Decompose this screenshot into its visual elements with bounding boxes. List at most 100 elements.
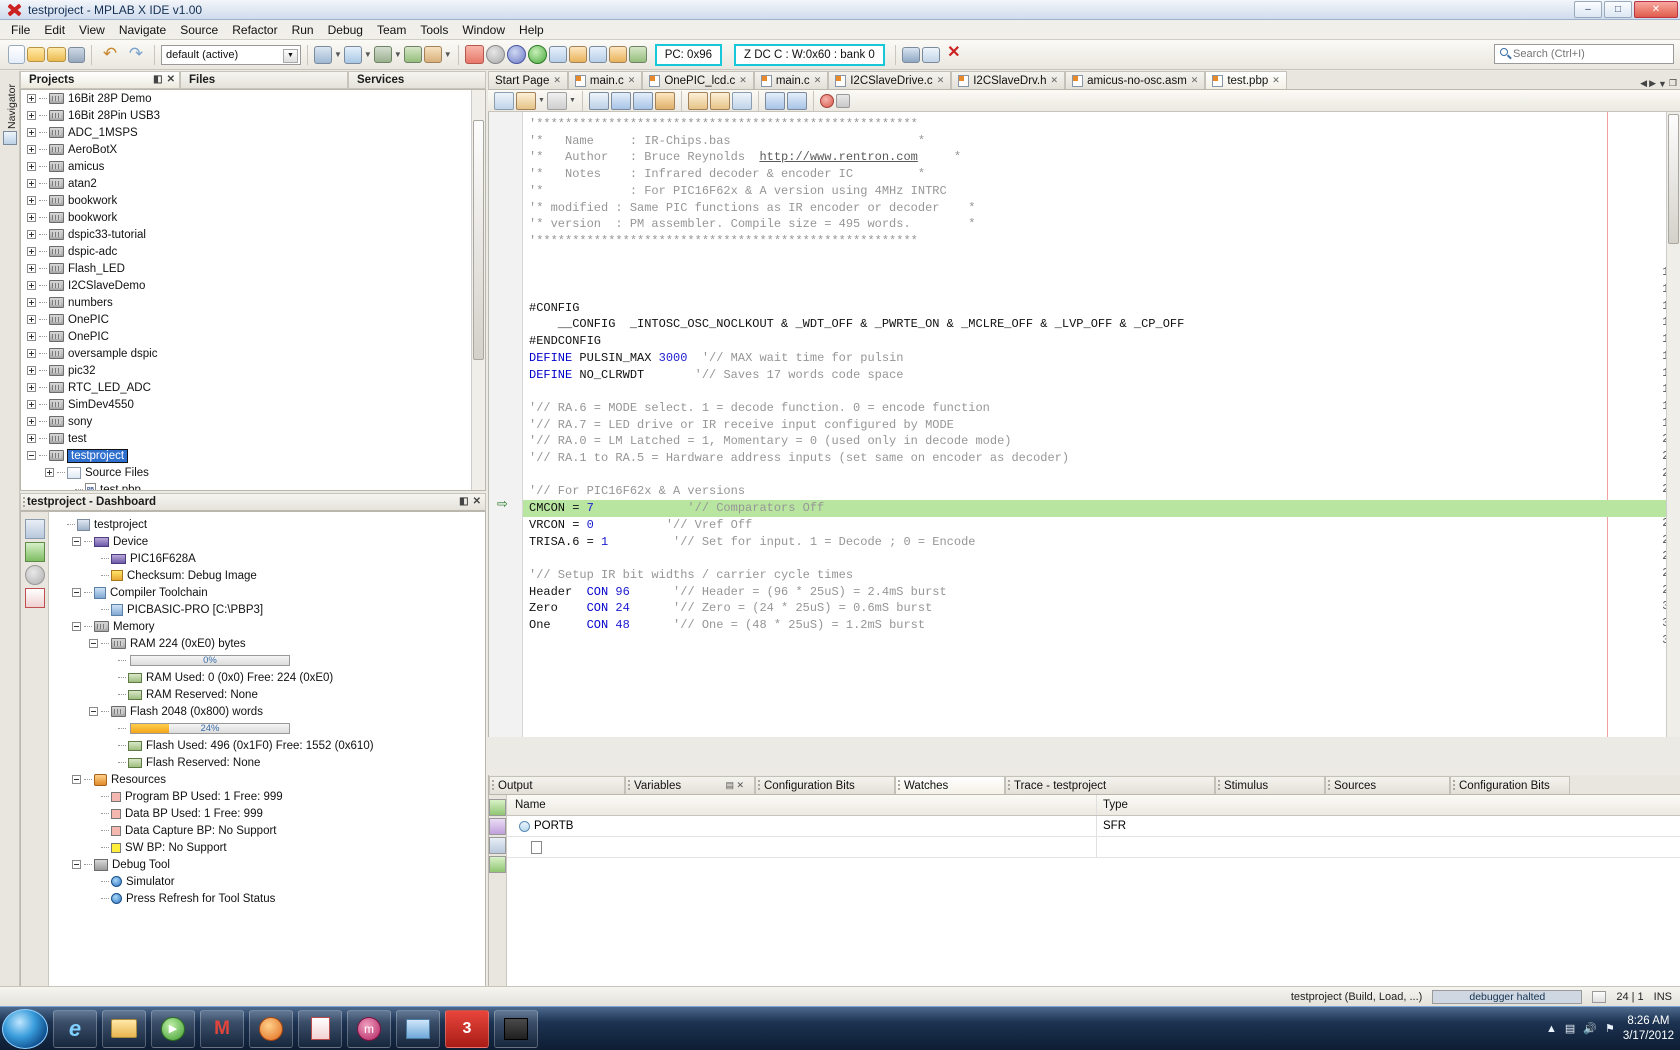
code-line[interactable]: '* Notes : Infrared decoder & encoder IC… xyxy=(529,166,925,183)
editor-tab[interactable]: amicus-no-osc.asm✕ xyxy=(1065,71,1205,89)
code-line[interactable]: '// RA.6 = MODE select. 1 = decode funct… xyxy=(529,400,990,417)
menu-source[interactable]: Source xyxy=(173,21,225,39)
project-tree-item[interactable]: bookwork xyxy=(21,209,471,226)
tree-expander-icon[interactable] xyxy=(89,707,98,716)
tree-expander-icon[interactable] xyxy=(27,111,36,120)
stop-icon[interactable] xyxy=(836,94,850,108)
run-to-cursor-icon[interactable] xyxy=(609,46,627,63)
dashboard-tree-item[interactable]: testproject xyxy=(53,516,485,533)
toggle-bookmark-icon[interactable] xyxy=(494,92,514,110)
tray-flag-icon[interactable]: ⚑ xyxy=(1605,1022,1615,1035)
add-watch-icon[interactable] xyxy=(489,856,506,873)
editor-scrollbar[interactable] xyxy=(1666,112,1680,737)
taskbar-clock[interactable]: 8:26 AM 3/17/2012 xyxy=(1623,1014,1674,1043)
dashboard-tree-item[interactable]: Memory xyxy=(53,618,485,635)
code-line[interactable]: '* version : PM assembler. Compile size … xyxy=(529,216,975,233)
projects-scroll-thumb[interactable] xyxy=(473,120,484,360)
start-button[interactable] xyxy=(2,1009,48,1049)
code-line[interactable]: '// Setup IR bit widths / carrier cycle … xyxy=(529,567,853,584)
clean-dropdown-icon[interactable]: ▼ xyxy=(364,50,372,59)
stop-debug-icon[interactable] xyxy=(465,45,484,64)
status-extra-icon[interactable] xyxy=(1592,991,1606,1003)
minimize-panel-icon[interactable]: ◧ xyxy=(153,74,162,85)
dock-tab[interactable]: Configuration Bits xyxy=(1450,776,1570,794)
menu-run[interactable]: Run xyxy=(285,21,321,39)
project-tree-item[interactable]: ADC_1MSPS xyxy=(21,124,471,141)
dashboard-tree-item[interactable]: Flash Reserved: None xyxy=(53,754,485,771)
menu-debug[interactable]: Debug xyxy=(321,21,370,39)
menu-tools[interactable]: Tools xyxy=(413,21,455,39)
dock-tab[interactable]: Stimulus xyxy=(1215,776,1325,794)
taskbar-firefox-icon[interactable] xyxy=(249,1010,293,1048)
code-line[interactable]: '// RA.0 = LM Latched = 1, Momentary = 0… xyxy=(529,433,1011,450)
column-header-name[interactable]: Name xyxy=(507,795,1097,815)
tab-files[interactable]: Files xyxy=(180,71,348,89)
memory-view-icon[interactable] xyxy=(902,47,920,63)
navigator-icon[interactable] xyxy=(3,131,17,145)
tab-list-icon[interactable]: ▼ xyxy=(1658,79,1667,89)
tree-expander-icon[interactable] xyxy=(72,622,81,631)
dock-tab[interactable]: Sources xyxy=(1325,776,1450,794)
code-line[interactable]: '***************************************… xyxy=(529,116,918,133)
pause-icon[interactable] xyxy=(486,45,505,64)
dashboard-tree-item[interactable]: Compiler Toolchain xyxy=(53,584,485,601)
tree-expander-icon[interactable] xyxy=(27,94,36,103)
tree-expander-icon[interactable] xyxy=(27,383,36,392)
menu-team[interactable]: Team xyxy=(370,21,413,39)
taskbar-explorer-icon[interactable] xyxy=(102,1010,146,1048)
close-tab-icon[interactable]: ✕ xyxy=(1272,75,1280,86)
editor-tab[interactable]: I2CSlaveDrive.c✕ xyxy=(828,71,951,89)
build-dropdown-icon[interactable]: ▼ xyxy=(334,50,342,59)
project-tree-item[interactable]: pic32 xyxy=(21,362,471,379)
chevron-down-icon[interactable]: ▼ xyxy=(283,49,298,63)
reset-icon[interactable] xyxy=(507,45,526,64)
tree-expander-icon[interactable] xyxy=(27,366,36,375)
close-tab-icon[interactable]: ✕ xyxy=(739,75,747,86)
dashboard-tree-item[interactable]: Press Refresh for Tool Status xyxy=(53,890,485,907)
code-line[interactable]: '* Name : IR-Chips.bas * xyxy=(529,133,925,150)
tray-volume-icon[interactable]: 🔊 xyxy=(1583,1022,1597,1035)
project-tree-item[interactable]: RTC_LED_ADC xyxy=(21,379,471,396)
dashboard-tree-item[interactable]: Checksum: Debug Image xyxy=(53,567,485,584)
tree-expander-icon[interactable] xyxy=(72,588,81,597)
code-line[interactable]: '// RA.7 = LED drive or IR receive input… xyxy=(529,417,954,434)
tree-expander-icon[interactable] xyxy=(27,315,36,324)
toggle-breakpoint-icon[interactable] xyxy=(820,94,834,108)
tree-expander-icon[interactable] xyxy=(27,247,36,256)
menu-view[interactable]: View xyxy=(72,21,112,39)
navigator-rail[interactable]: Navigator xyxy=(0,71,20,1020)
close-tab-icon[interactable]: ✕ xyxy=(1191,75,1199,86)
next-error-icon[interactable] xyxy=(787,92,807,110)
projects-tree[interactable]: 16Bit 28P Demo16Bit 28Pin USB3ADC_1MSPSA… xyxy=(20,89,486,491)
code-line[interactable]: '* Author : Bruce Reynolds http://www.re… xyxy=(529,149,961,166)
editor-scroll-thumb[interactable] xyxy=(1668,114,1679,244)
new-project-icon[interactable] xyxy=(27,47,45,62)
tree-expander-icon[interactable] xyxy=(89,639,98,648)
close-panel-icon[interactable]: ✕ xyxy=(167,74,175,85)
project-tree-item[interactable]: PBtest.pbp xyxy=(21,481,471,491)
editor-tab[interactable]: Start Page✕ xyxy=(488,71,568,89)
editor-tab[interactable]: OnePIC_lcd.c✕ xyxy=(642,71,754,89)
dashboard-datasheet-pdf-icon[interactable] xyxy=(25,588,45,608)
taskbar-pickit-icon[interactable]: 3 xyxy=(445,1010,489,1048)
tree-expander-icon[interactable] xyxy=(27,417,36,426)
dock-tab[interactable]: Configuration Bits xyxy=(755,776,895,794)
dashboard-tree-item[interactable]: Device xyxy=(53,533,485,550)
previous-bookmark-icon[interactable] xyxy=(516,92,536,110)
debug-project-icon[interactable] xyxy=(424,46,442,63)
cell-type[interactable] xyxy=(1097,837,1680,857)
dashboard-tree-item[interactable]: Flash 2048 (0x800) words xyxy=(53,703,485,720)
dashboard-tree[interactable]: testprojectDevicePIC16F628AChecksum: Deb… xyxy=(49,512,485,1019)
table-row[interactable]: …… xyxy=(507,837,1680,858)
close-tab-icon[interactable]: ✕ xyxy=(1051,75,1059,86)
code-line[interactable]: #CONFIG xyxy=(529,300,579,317)
project-tree-item[interactable]: 16Bit 28Pin USB3 xyxy=(21,107,471,124)
project-tree-item[interactable]: I2CSlaveDemo xyxy=(21,277,471,294)
project-tree-item[interactable]: OnePIC xyxy=(21,311,471,328)
search-input[interactable] xyxy=(1513,48,1663,60)
taskbar-proteus-icon[interactable] xyxy=(494,1010,538,1048)
cell-name[interactable]: PORTB xyxy=(507,816,1097,836)
tray-network-icon[interactable]: ▤ xyxy=(1565,1022,1575,1035)
make-program-icon[interactable] xyxy=(374,46,392,63)
project-tree-item[interactable]: AeroBotX xyxy=(21,141,471,158)
